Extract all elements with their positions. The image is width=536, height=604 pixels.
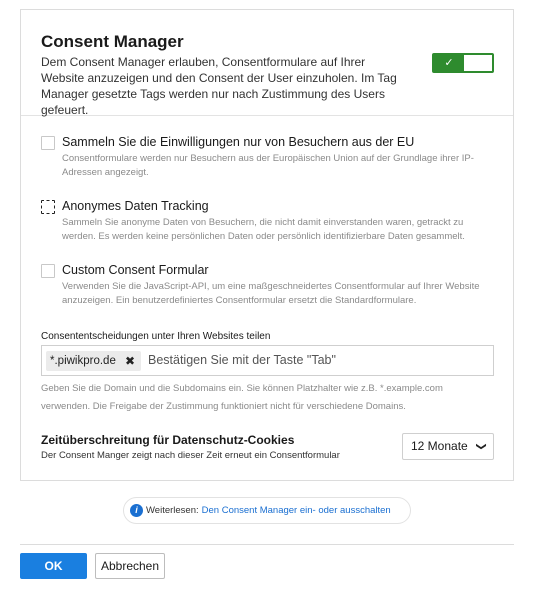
custom-form-checkbox[interactable] [41, 264, 55, 278]
option-help: Sammeln Sie anonyme Daten von Besuchern,… [62, 217, 465, 242]
domain-tag-input[interactable]: *.piwikpro.de ✖ Bestätigen Sie mit der T… [41, 345, 494, 376]
timeout-help: Der Consent Manger zeigt nach dieser Zei… [41, 450, 340, 461]
card-header: Consent Manager Dem Consent Manager erla… [21, 10, 513, 117]
anonymous-tracking-checkbox[interactable] [41, 200, 55, 214]
page-title: Consent Manager [41, 32, 184, 51]
consent-manager-toggle[interactable]: ✓ [432, 53, 494, 73]
share-label: Consententscheidungen unter Ihren Websit… [41, 331, 271, 342]
info-icon: i [130, 504, 143, 517]
check-icon: ✓ [434, 55, 464, 71]
option-help: Consentformulare werden nur Besuchern au… [62, 153, 474, 178]
read-more-link[interactable]: Den Consent Manager ein- oder ausschalte… [202, 505, 391, 516]
domain-input-placeholder: Bestätigen Sie mit der Taste "Tab" [148, 353, 336, 367]
option-label: Anonymes Daten Tracking [62, 199, 209, 213]
timeout-title: Zeitüberschreitung für Datenschutz-Cooki… [41, 433, 295, 447]
read-more-text: Weiterlesen: Den Consent Manager ein- ode… [146, 498, 391, 523]
consent-manager-card: Consent Manager Dem Consent Manager erla… [20, 9, 514, 481]
read-more-prefix: Weiterlesen: [146, 505, 199, 516]
option-help: Verwenden Sie die JavaScript-API, um ein… [62, 281, 480, 306]
footer-divider [20, 544, 514, 545]
header-description: Dem Consent Manager erlauben, Consentfor… [41, 55, 397, 117]
share-help: Geben Sie die Domain und die Subdomains … [41, 383, 443, 412]
eu-only-checkbox[interactable] [41, 136, 55, 150]
domain-chip: *.piwikpro.de ✖ [46, 351, 141, 371]
close-icon[interactable]: ✖ [125, 351, 135, 371]
chevron-down-icon: ❯ [475, 442, 487, 451]
option-label: Sammeln Sie die Einwilligungen nur von B… [62, 135, 415, 149]
cancel-button[interactable]: Abbrechen [95, 553, 165, 579]
read-more-pill: i Weiterlesen: Den Consent Manager ein- o… [123, 497, 411, 524]
domain-chip-label: *.piwikpro.de [50, 355, 116, 367]
timeout-selected-value: 12 Monate [411, 439, 468, 453]
ok-button[interactable]: OK [20, 553, 87, 579]
timeout-select[interactable]: 12 Monate ❯ [402, 433, 494, 460]
option-label: Custom Consent Formular [62, 263, 209, 277]
